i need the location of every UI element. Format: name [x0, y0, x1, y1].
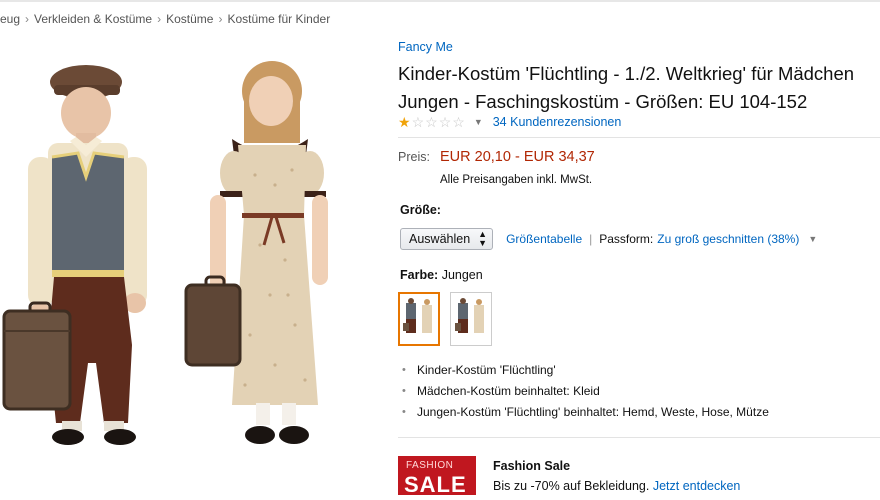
ad-text: Bis zu -70% auf Bekleidung. — [493, 479, 650, 493]
logo-small-text: FASHION — [406, 460, 454, 471]
breadcrumb-item[interactable]: Kostüme für Kinder — [227, 12, 330, 26]
color-swatch-alt[interactable] — [450, 292, 492, 346]
color-label-title: Farbe: — [400, 268, 439, 282]
top-border — [0, 0, 880, 2]
breadcrumb: eug › Verkleiden & Kostüme › Kostüme › Kostüme… — [0, 12, 330, 26]
price-label: Preis: — [398, 150, 430, 164]
breadcrumb-separator: › — [157, 12, 162, 26]
brand-link[interactable]: Fancy Me — [398, 40, 453, 54]
breadcrumb-item[interactable]: eug — [0, 12, 20, 26]
breadcrumb-item[interactable]: Verkleiden & Kostüme — [34, 12, 152, 26]
star-icon: ★ — [398, 114, 411, 130]
divider — [398, 137, 880, 138]
breadcrumb-item[interactable]: Kostüme — [166, 12, 213, 26]
list-item: • Kinder-Kostüm 'Flüchtling' — [402, 362, 769, 383]
chevron-down-icon[interactable]: ▼ — [808, 234, 817, 244]
product-title-line: Jungen - Faschingskostüm - Größen: EU 10… — [398, 91, 808, 112]
color-label-value: Jungen — [441, 268, 483, 282]
separator-pipe: | — [589, 232, 593, 246]
breadcrumb-separator: › — [25, 12, 30, 26]
color-label: Farbe: Jungen — [400, 268, 483, 282]
bullet-icon: • — [402, 385, 406, 397]
swatch-thumbnail — [403, 298, 432, 333]
feature-bullet: Jungen-Kostüm 'Flüchtling' beinhaltet: H… — [417, 405, 769, 419]
fashion-sale-logo[interactable]: FASHION SALE — [398, 456, 476, 495]
breadcrumb-separator: › — [218, 12, 223, 26]
feature-bullets: • Kinder-Kostüm 'Flüchtling' • Mädchen-Kos… — [402, 362, 769, 425]
star-icon: ☆ — [425, 114, 438, 130]
star-icon: ☆ — [452, 114, 465, 130]
fit-label: Passform: — [599, 232, 654, 246]
feature-bullet: Kinder-Kostüm 'Flüchtling' — [417, 363, 556, 377]
divider — [398, 437, 880, 438]
size-select-value: Auswählen — [409, 232, 471, 246]
feature-bullet: Mädchen-Kostüm beinhaltet: Kleid — [417, 384, 600, 398]
product-photo-illustration — [2, 61, 328, 445]
price-row: Preis: EUR 20,10 - EUR 34,37 — [398, 149, 595, 165]
bullet-icon: • — [402, 406, 406, 418]
logo-big-text: SALE — [404, 472, 467, 495]
size-label: Größe: — [400, 203, 441, 217]
ad-text-row: Bis zu -70% auf Bekleidung. Jetzt entdec… — [493, 479, 740, 493]
product-title: Kinder-Kostüm 'Flüchtling - 1./2. Weltkr… — [398, 60, 880, 116]
price-value: EUR 20,10 - EUR 34,37 — [440, 149, 595, 165]
ad-title: Fashion Sale — [493, 459, 571, 473]
fit-link[interactable]: Zu groß geschnitten (38%) — [657, 232, 799, 246]
product-title-line: Kinder-Kostüm 'Flüchtling - 1./2. Weltkr… — [398, 63, 855, 84]
size-select[interactable]: Auswählen ▲ ▼ — [400, 228, 494, 250]
product-image[interactable] — [0, 45, 392, 495]
list-item: • Mädchen-Kostüm beinhaltet: Kleid — [402, 383, 769, 404]
chevron-down-icon[interactable]: ▼ — [474, 117, 483, 127]
ad-link[interactable]: Jetzt entdecken — [653, 479, 741, 493]
bullet-icon: • — [402, 364, 406, 376]
star-icon: ☆ — [411, 114, 425, 130]
list-item: • Jungen-Kostüm 'Flüchtling' beinhaltet: … — [402, 404, 769, 425]
select-arrows-icon: ▲ ▼ — [478, 229, 488, 248]
rating-row: ★ ☆ ☆ ☆ ☆ ▼ 34 Kundenrezensionen — [398, 114, 621, 130]
size-chart-link[interactable]: Größentabelle — [506, 232, 582, 246]
swatch-thumbnail — [455, 298, 484, 333]
reviews-link[interactable]: 34 Kundenrezensionen — [493, 115, 622, 129]
color-swatch-jungen[interactable] — [398, 292, 440, 346]
star-rating[interactable]: ★ ☆ ☆ ☆ ☆ — [398, 115, 465, 129]
star-icon: ☆ — [438, 114, 452, 130]
price-note: Alle Preisangaben inkl. MwSt. — [440, 174, 593, 186]
size-row: Auswählen ▲ ▼ Größentabelle | Passform: Z… — [400, 228, 817, 250]
